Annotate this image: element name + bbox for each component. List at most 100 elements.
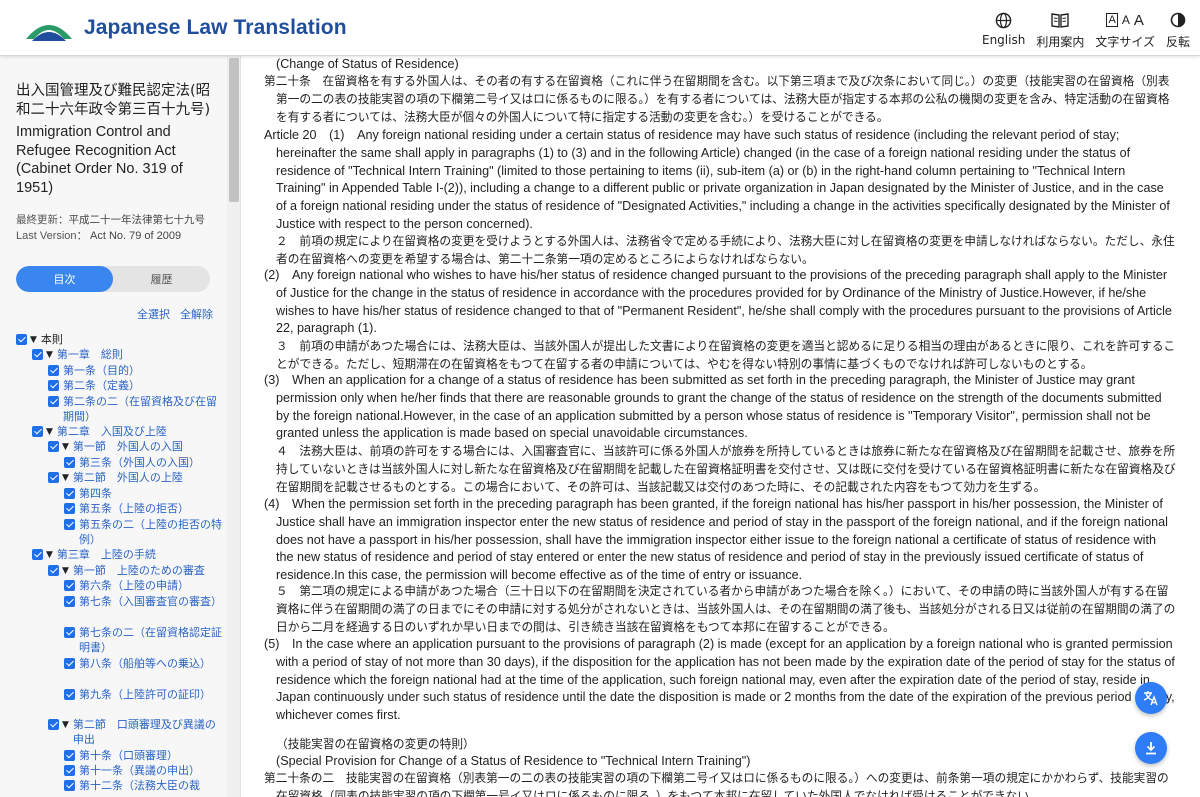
toc-checkbox[interactable] xyxy=(64,658,75,669)
usage-guide-button[interactable]: 利用案内 xyxy=(1036,10,1084,50)
toc-checkbox[interactable] xyxy=(64,689,75,700)
toc-item[interactable]: 第五条の二（上陸の拒否の特例） xyxy=(64,517,223,548)
toc-checkbox[interactable] xyxy=(64,765,75,776)
article-20-en: Article 20 (1) Any foreign national resi… xyxy=(264,127,1176,234)
toc-checkbox[interactable] xyxy=(64,457,75,468)
sidebar-scroll-thumb[interactable] xyxy=(229,58,239,202)
toc-checkbox[interactable] xyxy=(32,426,43,437)
expand-arrow-icon[interactable]: ▼ xyxy=(46,348,53,363)
toc-item-label[interactable]: 第九条（上陸許可の証印） xyxy=(79,687,223,702)
font-size-large[interactable]: A xyxy=(1134,12,1144,29)
toc-item-label[interactable]: 第四条 xyxy=(79,486,223,501)
toc-checkbox[interactable] xyxy=(48,396,59,407)
expand-arrow-icon[interactable]: ▼ xyxy=(62,471,69,486)
toc-checkbox[interactable] xyxy=(48,441,59,452)
toc-item[interactable]: ▼ 第一章 総則 xyxy=(32,347,221,363)
toc-item[interactable]: 第七条の二（在留資格認定証明書） xyxy=(64,625,223,656)
toc-item-label[interactable]: 第六条（上陸の申請） xyxy=(79,578,223,593)
toc-item[interactable]: 第十二条（法務大臣の裁 xyxy=(64,778,223,793)
paragraph-4-en: (4) When the permission set forth in the… xyxy=(264,496,1176,585)
toc-checkbox[interactable] xyxy=(64,519,75,530)
toc-item-label[interactable]: 第十条（口頭審理） xyxy=(79,748,223,763)
tab-toc[interactable]: 目次 xyxy=(16,266,113,292)
expand-arrow-icon[interactable]: ▼ xyxy=(62,718,69,733)
toc-item-label[interactable]: 第十二条（法務大臣の裁 xyxy=(79,778,223,793)
toc-checkbox[interactable] xyxy=(48,472,59,483)
toc-checkbox[interactable] xyxy=(32,549,43,560)
font-size-medium[interactable]: A xyxy=(1122,13,1130,27)
site-logo[interactable]: Japanese Law Translation xyxy=(24,10,347,46)
toc-item-label[interactable]: 第二節 口頭審理及び異議の申出 xyxy=(73,717,221,748)
toc-checkbox[interactable] xyxy=(16,334,27,345)
toc-item-label[interactable]: 第二章 入国及び上陸 xyxy=(57,424,221,439)
toc-checkbox[interactable] xyxy=(32,349,43,360)
deselect-all-link[interactable]: 全解除 xyxy=(180,308,213,321)
toc-item[interactable]: 第八条（船舶等への乗込） xyxy=(64,656,223,671)
toc-checkbox[interactable] xyxy=(64,580,75,591)
download-button[interactable] xyxy=(1135,732,1167,764)
toc-item[interactable]: 第九条（上陸許可の証印） xyxy=(64,687,223,702)
toc-item[interactable]: 第十条（口頭審理） xyxy=(64,748,223,763)
toc-item-label[interactable]: 第五条（上陸の拒否） xyxy=(79,501,223,516)
toc-checkbox[interactable] xyxy=(64,750,75,761)
toc-item-label[interactable]: 本則 xyxy=(41,332,206,347)
toc-item[interactable]: 第十一条（異議の申出） xyxy=(64,763,223,778)
toc-item[interactable]: ▼ 本則 xyxy=(16,332,206,348)
toc-item-label[interactable]: 第七条の二（在留資格認定証明書） xyxy=(79,625,223,656)
toc-checkbox[interactable] xyxy=(48,719,59,730)
toc-item[interactable]: ▼ 第一節 外国人の入国 xyxy=(48,439,221,455)
site-header: Japanese Law Translation English 利用案内 A … xyxy=(0,0,1200,56)
toc-item[interactable]: 第二条（定義） xyxy=(48,378,223,393)
toc-item[interactable]: 第二条の二（在留資格及び在留期間） xyxy=(48,394,223,425)
expand-arrow-icon[interactable]: ▼ xyxy=(30,333,37,348)
toc-checkbox[interactable] xyxy=(64,503,75,514)
toc-checkbox[interactable] xyxy=(48,365,59,376)
expand-arrow-icon[interactable]: ▼ xyxy=(46,425,53,440)
expand-arrow-icon[interactable]: ▼ xyxy=(62,564,69,579)
toc-checkbox[interactable] xyxy=(48,380,59,391)
toc-item[interactable]: ▼ 第二章 入国及び上陸 xyxy=(32,424,221,440)
contrast-icon xyxy=(1170,12,1186,28)
toc-checkbox[interactable] xyxy=(48,565,59,576)
toc-item[interactable]: 第三条（外国人の入国） xyxy=(64,455,223,470)
article-20-ja-text: 第二十条 在留資格を有する外国人は、その者の有する在留資格（これに伴う在留期間を… xyxy=(264,74,1170,124)
toc-checkbox[interactable] xyxy=(64,596,75,607)
toc-item[interactable]: ▼ 第二節 口頭審理及び異議の申出 xyxy=(48,717,221,748)
article-20-2-ja-text: 第二十条の二 技能実習の在留資格（別表第一の二の表の技能実習の項の下欄第二号イ又… xyxy=(264,771,1169,797)
toc-item-label[interactable]: 第七条（入国審査官の審査） xyxy=(79,594,223,609)
expand-arrow-icon[interactable]: ▼ xyxy=(46,548,53,563)
toc-checkbox[interactable] xyxy=(64,488,75,499)
toc-item-label[interactable]: 第三条（外国人の入国） xyxy=(79,455,223,470)
toc-item-label[interactable]: 第八条（船舶等への乗込） xyxy=(79,656,223,671)
toc-item-label[interactable]: 第一条（目的） xyxy=(63,363,223,378)
toc-item[interactable]: 第六条（上陸の申請） xyxy=(64,578,223,593)
toc-item[interactable]: 第五条（上陸の拒否） xyxy=(64,501,223,516)
paragraph-3-en: (3) When an application for a change of … xyxy=(264,372,1176,443)
translate-button[interactable] xyxy=(1135,682,1167,714)
toc-item-label[interactable]: 第十一条（異議の申出） xyxy=(79,763,223,778)
toc-item[interactable]: ▼ 第一節 上陸のための審査 xyxy=(48,563,221,579)
toc-item-label[interactable]: 第二条の二（在留資格及び在留期間） xyxy=(63,394,223,425)
font-size-button[interactable]: A A A 文字サイズ xyxy=(1095,10,1155,50)
toc-item-label[interactable]: 第一節 外国人の入国 xyxy=(73,439,221,454)
toc-checkbox[interactable] xyxy=(64,627,75,638)
toc-item-label[interactable]: 第一節 上陸のための審査 xyxy=(73,563,221,578)
select-all-link[interactable]: 全選択 xyxy=(137,308,170,321)
toc-checkbox[interactable] xyxy=(64,780,75,791)
contrast-button[interactable]: 反転 xyxy=(1166,10,1190,50)
toc-item-label[interactable]: 第二節 外国人の上陸 xyxy=(73,470,221,485)
language-button[interactable]: English xyxy=(982,10,1025,50)
toc-item[interactable]: 第七条（入国審査官の審査） xyxy=(64,594,223,609)
toc-item-label[interactable]: 第一章 総則 xyxy=(57,347,221,362)
tab-history[interactable]: 履歴 xyxy=(113,266,210,292)
toc-item-label[interactable]: 第二条（定義） xyxy=(63,378,223,393)
toc-item[interactable]: ▼ 第二節 外国人の上陸 xyxy=(48,470,221,486)
toc-item[interactable]: 第四条 xyxy=(64,486,223,501)
toc-item[interactable]: ▼ 第三章 上陸の手続 xyxy=(32,547,221,563)
expand-arrow-icon[interactable]: ▼ xyxy=(62,440,69,455)
toc-item-label[interactable]: 第三章 上陸の手続 xyxy=(57,547,221,562)
toc-item-label[interactable]: 第五条の二（上陸の拒否の特例） xyxy=(79,517,223,548)
font-size-small[interactable]: A xyxy=(1106,13,1118,27)
toc-item[interactable]: 第一条（目的） xyxy=(48,363,223,378)
law-title-en: Immigration Control and Refugee Recognit… xyxy=(16,124,183,196)
